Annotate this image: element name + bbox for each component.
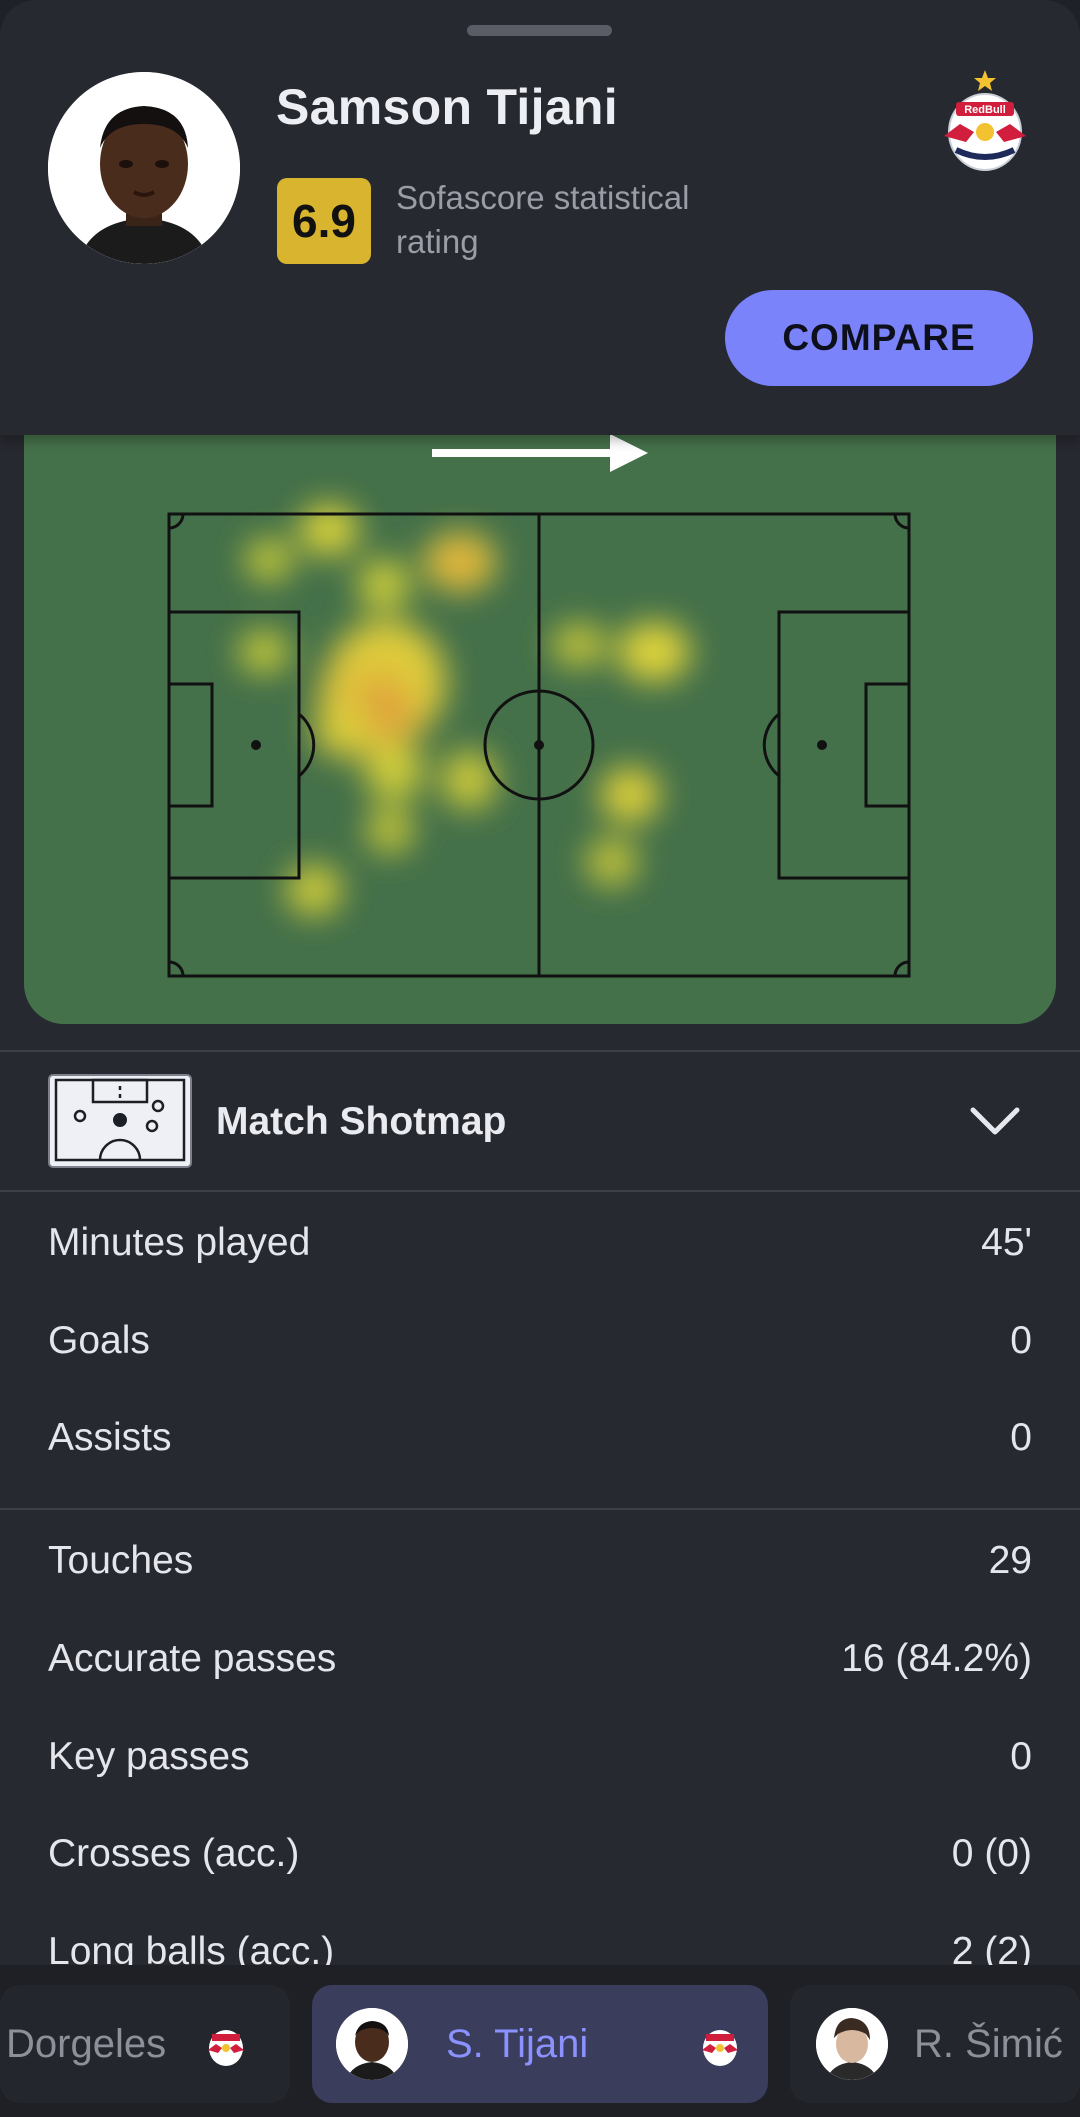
stat-label: Assists (48, 1416, 172, 1459)
stat-row-crosses: Crosses (acc.) 0 (0) (48, 1814, 1032, 1894)
stat-value: 0 (1010, 1319, 1032, 1362)
stat-row-touches: Touches 29 (48, 1521, 1032, 1601)
divider (0, 1508, 1080, 1510)
player-chip-name: R. Šimić (914, 2021, 1063, 2066)
club-logo (208, 2030, 245, 2066)
player-chip-dorgeles[interactable]: Dorgeles (0, 1985, 290, 2103)
stat-label: Minutes played (48, 1221, 311, 1264)
stat-label: Accurate passes (48, 1637, 337, 1680)
stat-value: 29 (988, 1539, 1032, 1582)
player-details-sheet: Samson Tijani 6.9 Sofascore statistical … (0, 0, 1080, 2117)
stat-value: 0 (0) (951, 1832, 1032, 1875)
stat-value: 16 (84.2%) (841, 1637, 1032, 1680)
stat-label: Crosses (acc.) (48, 1832, 300, 1875)
stat-label: Goals (48, 1319, 150, 1362)
direction-arrow-icon (432, 434, 648, 472)
shotmap-expander[interactable]: Match Shotmap (0, 1052, 1080, 1192)
stat-row-accurate-passes: Accurate passes 16 (84.2%) (48, 1619, 1032, 1699)
club-logo[interactable]: RedBull (930, 66, 1040, 176)
stat-row-key-passes: Key passes 0 (48, 1717, 1032, 1797)
player-header: Samson Tijani 6.9 Sofascore statistical … (0, 0, 1080, 435)
rating-badge: 6.9 (277, 178, 371, 264)
player-name: Samson Tijani (276, 79, 618, 135)
compare-button[interactable]: COMPARE (725, 290, 1033, 386)
stat-value: 0 (1010, 1735, 1032, 1778)
shotmap-thumbnail-icon (48, 1074, 192, 1168)
player-chip-name: S. Tijani (446, 2021, 589, 2066)
divider (0, 1190, 1080, 1192)
player-chip-avatar (336, 2008, 408, 2080)
stat-label: Key passes (48, 1735, 250, 1778)
player-avatar (48, 72, 240, 264)
stat-label: Touches (48, 1539, 194, 1582)
shotmap-title: Match Shotmap (216, 1100, 507, 1143)
club-logo (702, 2030, 738, 2066)
player-chip-r-simic[interactable]: R. Šimić (790, 1985, 1080, 2103)
rating-label: Sofascore statistical rating (396, 179, 690, 260)
player-switcher: Dorgeles S. Tijani R. Šimić (0, 1965, 1080, 2117)
sheet-grabber[interactable] (467, 25, 612, 36)
player-chip-s-tijani[interactable]: S. Tijani (312, 1985, 768, 2103)
chevron-down-icon[interactable] (965, 1098, 1025, 1144)
heatmap (24, 420, 1056, 1024)
stat-row-goals: Goals 0 (48, 1301, 1032, 1381)
stat-value: 0 (1010, 1416, 1032, 1459)
player-chip-avatar (816, 2008, 888, 2080)
stat-row-assists: Assists 0 (48, 1398, 1032, 1478)
stat-row-minutes-played: Minutes played 45' (48, 1203, 1032, 1283)
svg-text:RedBull: RedBull (964, 104, 1006, 116)
player-chip-name: Dorgeles (6, 2021, 167, 2066)
stat-value: 45' (981, 1221, 1032, 1264)
